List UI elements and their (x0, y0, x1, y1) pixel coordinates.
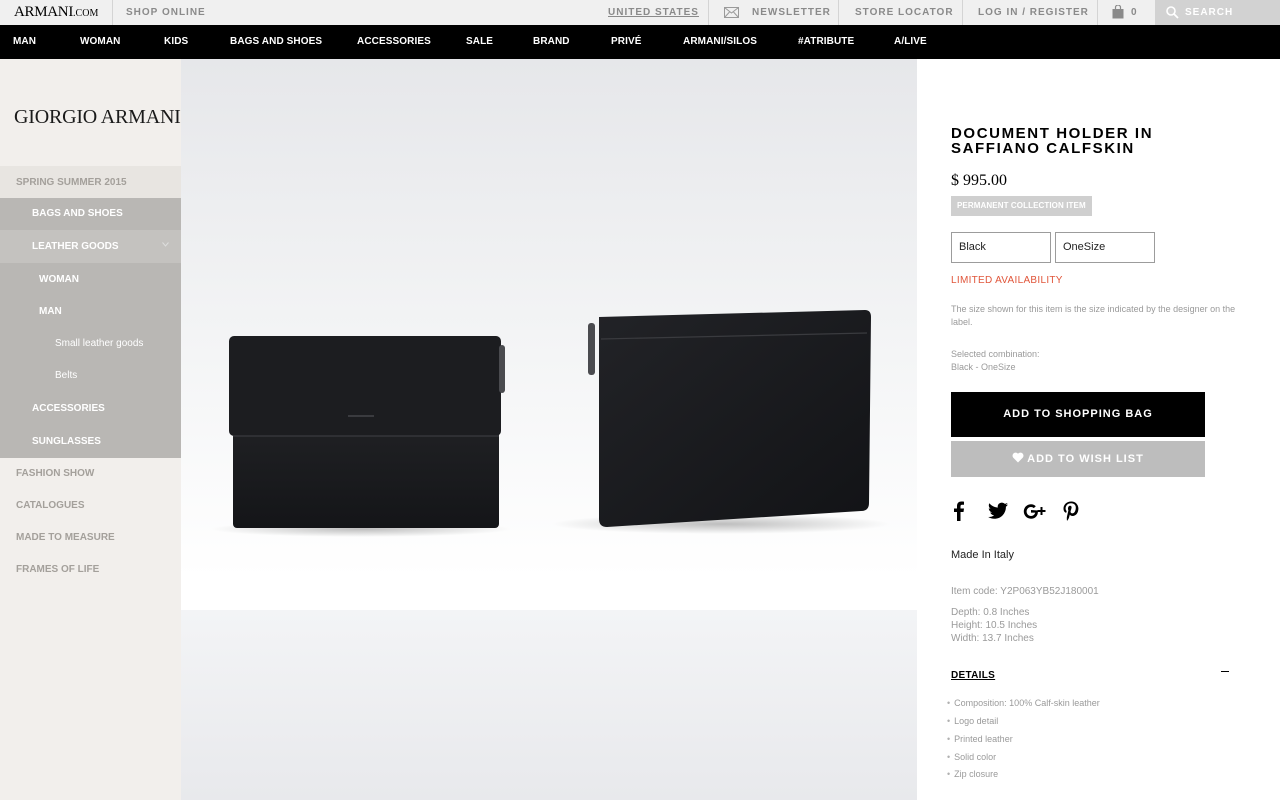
sidebar-item-label: BAGS AND SHOES (32, 208, 123, 219)
divider (838, 0, 839, 25)
sidebar-item-label: ACCESSORIES (32, 403, 105, 414)
heart-icon (1012, 452, 1024, 463)
facebook-icon[interactable] (947, 499, 971, 523)
sidebar-item-man[interactable]: MAN (0, 296, 181, 328)
top-utility-bar: ARMANI.COM SHOP ONLINE UNITED STATES NEW… (0, 0, 1280, 25)
sidebar-item-small-leather-goods[interactable]: Small leather goods (0, 328, 181, 360)
shopping-bag-icon[interactable] (1112, 5, 1124, 19)
envelope-icon (724, 7, 739, 18)
chevron-down-icon (162, 242, 169, 247)
sidebar-item-label: SPRING SUMMER 2015 (16, 177, 127, 188)
sidebar-item-label: Small leather goods (55, 338, 144, 349)
image-area-lower (181, 610, 917, 800)
divider (708, 0, 709, 25)
detail-item: Zip closure (947, 769, 998, 780)
sidebar-item-label: FRAMES OF LIFE (16, 564, 100, 575)
detail-item: Printed leather (947, 734, 1013, 745)
nav-kids[interactable]: KIDS (164, 36, 188, 48)
nav-prive[interactable]: PRIVÉ (611, 36, 642, 48)
size-select[interactable]: OneSize (1055, 232, 1155, 263)
store-locator-link[interactable]: STORE LOCATOR (855, 7, 954, 18)
pinterest-icon[interactable] (1059, 499, 1083, 523)
sidebar-item-label: Belts (55, 370, 78, 381)
size-note: The size shown for this item is the size… (951, 304, 1236, 327)
nav-bags-and-shoes[interactable]: BAGS AND SHOES (230, 36, 322, 48)
sidebar-item-label: FASHION SHOW (16, 468, 95, 479)
permanent-collection-badge: PERMANENT COLLECTION ITEM (951, 196, 1092, 216)
item-code: Item code: Y2P063YB52J180001 (951, 586, 1099, 597)
selected-combination-label: Selected combination: (951, 349, 1040, 359)
nav-a-live[interactable]: A/LIVE (894, 36, 927, 48)
country-selector[interactable]: UNITED STATES (608, 7, 699, 18)
sidebar-item-label: WOMAN (39, 274, 79, 285)
newsletter-link[interactable]: NEWSLETTER (752, 7, 831, 18)
sidebar-item-label: SUNGLASSES (32, 436, 101, 447)
category-sidebar: GIORGIO ARMANI SPRING SUMMER 2015 BAGS A… (0, 59, 181, 800)
product-price: $ 995.00 (951, 172, 1007, 189)
nav-sale[interactable]: SALE (466, 36, 493, 48)
detail-item: Solid color (947, 752, 996, 763)
product-title: DOCUMENT HOLDER IN SAFFIANO CALFSKIN (951, 125, 1154, 157)
sidebar-item-leather-goods[interactable]: LEATHER GOODS (0, 230, 181, 263)
sidebar-item-woman[interactable]: WOMAN (0, 263, 181, 296)
login-register-link[interactable]: LOG IN / REGISTER (978, 7, 1089, 18)
sidebar-item-made-to-measure[interactable]: MADE TO MEASURE (0, 522, 181, 554)
add-to-wish-list-label: ADD TO WISH LIST (1027, 453, 1144, 465)
giorgio-armani-logo[interactable]: GIORGIO ARMANI (14, 106, 181, 129)
add-to-shopping-bag-button[interactable]: ADD TO SHOPPING BAG (951, 392, 1205, 437)
bag-count: 0 (1131, 7, 1138, 18)
selected-combination-value: Black - OneSize (951, 362, 1016, 372)
add-to-wish-list-button[interactable]: ADD TO WISH LIST (951, 441, 1205, 477)
sidebar-item-catalogues[interactable]: CATALOGUES (0, 490, 181, 522)
twitter-icon[interactable] (986, 499, 1010, 523)
sidebar-item-spring-summer-2015[interactable]: SPRING SUMMER 2015 (0, 166, 181, 198)
product-photo (211, 310, 891, 537)
dimension-height: Height: 10.5 Inches (951, 620, 1038, 631)
sidebar-item-label: MAN (39, 306, 62, 317)
detail-item: Composition: 100% Calf-skin leather (947, 698, 1100, 709)
nav-woman[interactable]: WOMAN (80, 36, 121, 48)
detail-item: Logo detail (947, 716, 998, 727)
nav-man[interactable]: MAN (13, 36, 36, 48)
nav-accessories[interactable]: ACCESSORIES (357, 36, 431, 48)
sidebar-item-label: MADE TO MEASURE (16, 532, 115, 543)
collapse-minus-icon[interactable] (1221, 671, 1229, 672)
sidebar-item-label: CATALOGUES (16, 500, 85, 511)
sidebar-item-label: LEATHER GOODS (32, 241, 119, 252)
nav-atribute[interactable]: #ATRIBUTE (798, 36, 854, 48)
search-icon (1166, 6, 1179, 19)
made-in-label: Made In Italy (951, 549, 1014, 561)
dimension-width: Width: 13.7 Inches (951, 633, 1034, 644)
divider (1097, 0, 1098, 25)
google-plus-icon[interactable] (1023, 499, 1047, 523)
sidebar-item-fashion-show[interactable]: FASHION SHOW (0, 458, 181, 490)
armani-com-logo[interactable]: ARMANI.COM (14, 4, 98, 22)
availability-status: LIMITED AVAILABILITY (951, 275, 1063, 286)
divider (112, 0, 113, 25)
main-navigation: MAN WOMAN KIDS BAGS AND SHOES ACCESSORIE… (0, 25, 1280, 59)
nav-brand[interactable]: BRAND (533, 36, 570, 48)
details-heading[interactable]: DETAILS (951, 670, 995, 681)
search-label: SEARCH (1185, 7, 1234, 18)
product-info-panel: DOCUMENT HOLDER IN SAFFIANO CALFSKIN $ 9… (917, 59, 1280, 800)
sidebar-item-frames-of-life[interactable]: FRAMES OF LIFE (0, 554, 181, 586)
sidebar-item-sunglasses[interactable]: SUNGLASSES (0, 425, 181, 458)
nav-armani-silos[interactable]: ARMANI/SILOS (683, 36, 757, 48)
sidebar-item-bags-and-shoes[interactable]: BAGS AND SHOES (0, 198, 181, 230)
sidebar-item-belts[interactable]: Belts (0, 360, 181, 393)
dimension-depth: Depth: 0.8 Inches (951, 607, 1030, 618)
shop-online-link[interactable]: SHOP ONLINE (126, 7, 206, 18)
search-button[interactable]: SEARCH (1155, 0, 1280, 25)
divider (962, 0, 963, 25)
sidebar-item-accessories[interactable]: ACCESSORIES (0, 393, 181, 425)
product-image-viewer[interactable] (181, 59, 917, 800)
color-select[interactable]: Black (951, 232, 1051, 263)
